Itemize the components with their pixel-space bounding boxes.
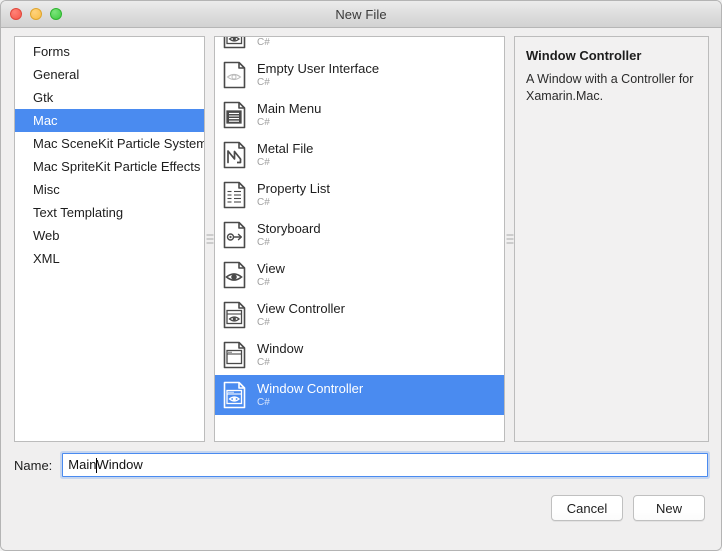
template-item-text: Window C# xyxy=(257,342,303,368)
category-item[interactable]: Mac SceneKit Particle Systems xyxy=(15,132,204,155)
category-item[interactable]: Mac xyxy=(15,109,204,132)
template-item-text: Storyboard C# xyxy=(257,222,321,248)
splitter-grip-icon xyxy=(506,234,513,244)
property-list-icon xyxy=(223,181,246,209)
template-item-name: Metal File xyxy=(257,141,314,156)
template-item-text: Property List C# xyxy=(257,182,330,208)
name-row: Name: MainWindow xyxy=(1,442,721,477)
template-item-language: C# xyxy=(257,157,270,168)
template-item-text: Empty User Interface C# xyxy=(257,62,379,88)
category-item[interactable]: Text Templating xyxy=(15,201,204,224)
window-controller-icon xyxy=(223,381,246,409)
template-item-name: Empty User Interface xyxy=(257,61,380,76)
template-item-name: View xyxy=(257,261,285,276)
new-button[interactable]: New xyxy=(633,495,705,521)
name-label: Name: xyxy=(14,457,53,473)
splitter-grip-icon xyxy=(206,234,213,244)
document-window-controller-icon xyxy=(223,37,246,49)
metal-file-icon xyxy=(223,141,246,169)
template-item-language: C# xyxy=(257,397,270,408)
cancel-button[interactable]: Cancel xyxy=(551,495,623,521)
splitter-right[interactable] xyxy=(505,36,514,442)
template-item-text: Window Controller C# xyxy=(257,382,363,408)
template-item[interactable]: Document Window ControllerC# xyxy=(215,37,504,55)
template-scroll-area[interactable]: Document Window ControllerC# Empty User I… xyxy=(215,37,504,441)
template-item-text: View Controller C# xyxy=(257,302,345,328)
template-item[interactable]: Storyboard C# xyxy=(215,215,504,255)
panes-container: Forms General Gtk Mac Mac SceneKit Particle … xyxy=(1,28,721,442)
template-item-language: C# xyxy=(257,277,270,288)
dialog-footer: Cancel New xyxy=(1,477,721,550)
template-item-language: C# xyxy=(257,117,270,128)
template-item-name: Storyboard xyxy=(257,221,321,236)
template-item-language: C# xyxy=(257,77,270,88)
template-item[interactable]: Property List C# xyxy=(215,175,504,215)
category-list[interactable]: Forms General Gtk Mac Mac SceneKit Particle … xyxy=(14,36,205,442)
detail-title: Window Controller xyxy=(526,48,642,63)
category-item[interactable]: XML xyxy=(15,247,204,270)
window-controls xyxy=(10,1,62,27)
template-item-text: Metal File C# xyxy=(257,142,313,168)
splitter-left[interactable] xyxy=(205,36,214,442)
main-menu-icon xyxy=(223,101,246,129)
category-item[interactable]: Mac SpriteKit Particle Effects xyxy=(15,155,204,178)
window-icon xyxy=(223,341,246,369)
name-input[interactable]: MainWindow xyxy=(62,453,708,477)
template-item-name: Property List xyxy=(257,181,330,196)
detail-description: A Window with a Controller for Xamarin.M… xyxy=(526,72,694,103)
template-item-text: Document Window ControllerC# xyxy=(257,37,426,48)
template-item-name: Window xyxy=(257,341,304,356)
template-item-text: Main Menu C# xyxy=(257,102,321,128)
close-button[interactable] xyxy=(10,8,22,20)
title-bar: New File xyxy=(1,1,721,28)
template-item-name: Main Menu xyxy=(257,101,322,116)
view-controller-icon xyxy=(223,301,246,329)
template-item[interactable]: Empty User Interface C# xyxy=(215,55,504,95)
view-icon xyxy=(223,261,246,289)
template-item-language: C# xyxy=(257,317,270,328)
template-item[interactable]: Metal File C# xyxy=(215,135,504,175)
template-item[interactable]: Main Menu C# xyxy=(215,95,504,135)
text-caret xyxy=(95,458,97,474)
template-item-language: C# xyxy=(257,37,270,48)
template-item-name: View Controller xyxy=(257,301,345,316)
template-item[interactable]: Window Controller C# xyxy=(215,375,504,415)
category-item[interactable]: Gtk xyxy=(15,86,204,109)
minimize-button[interactable] xyxy=(30,8,42,20)
template-item[interactable]: View Controller C# xyxy=(215,295,504,335)
empty-user-interface-icon xyxy=(223,61,246,89)
maximize-button[interactable] xyxy=(50,8,62,20)
template-item-name: Window Controller xyxy=(257,381,364,396)
dialog-body: Forms General Gtk Mac Mac SceneKit Particle … xyxy=(1,28,721,550)
template-item[interactable]: Window C# xyxy=(215,335,504,375)
template-item[interactable]: View C# xyxy=(215,255,504,295)
template-item-language: C# xyxy=(257,357,270,368)
template-item-language: C# xyxy=(257,197,270,208)
new-file-dialog: New File Forms General Gtk Mac Mac SceneKit … xyxy=(0,0,722,551)
template-list[interactable]: Document Window ControllerC# Empty User I… xyxy=(214,36,505,442)
category-item[interactable]: Web xyxy=(15,224,204,247)
template-detail-panel: Window Controller A Window with a Contro… xyxy=(514,36,709,442)
category-item[interactable]: General xyxy=(15,63,204,86)
storyboard-icon xyxy=(223,221,246,249)
category-item[interactable]: Misc xyxy=(15,178,204,201)
template-item-text: View C# xyxy=(257,262,285,288)
template-item-language: C# xyxy=(257,237,270,248)
name-input-value: MainWindow xyxy=(68,456,143,474)
window-title: New File xyxy=(335,6,387,22)
category-item[interactable]: Forms xyxy=(15,40,204,63)
